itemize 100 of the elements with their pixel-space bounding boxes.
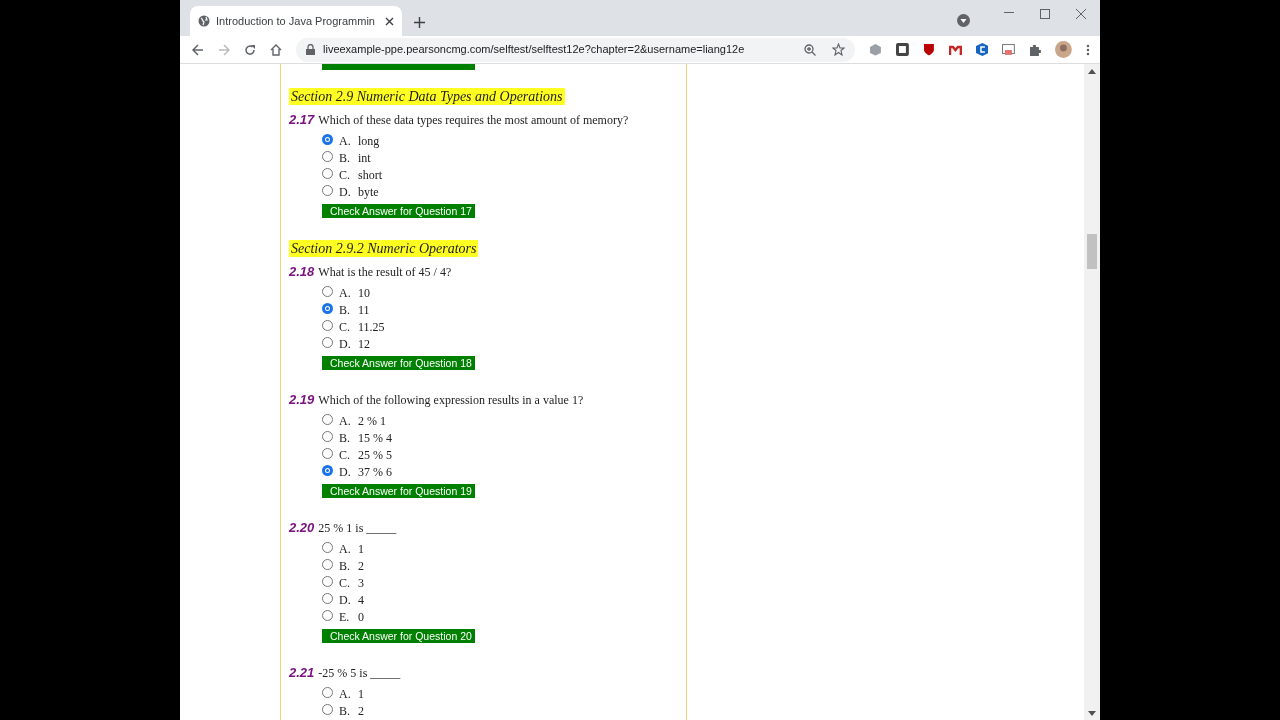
option-text: 2 <box>358 558 364 575</box>
reload-button[interactable] <box>244 43 256 56</box>
avatar-icon[interactable] <box>1055 41 1073 58</box>
close-window-button[interactable] <box>1076 9 1086 19</box>
question-number: 2.18 <box>289 264 315 280</box>
radio-button[interactable] <box>322 286 333 297</box>
option-letter: C. <box>339 319 351 336</box>
option-text: 12 <box>358 336 370 353</box>
option-text: 1 <box>358 541 364 558</box>
radio-button[interactable] <box>322 559 333 570</box>
new-tab-button[interactable] <box>414 17 425 28</box>
option-text: 15 % 4 <box>358 430 392 447</box>
check-answer-button[interactable]: Check Answer for Question 20 <box>322 629 475 643</box>
radio-button[interactable] <box>322 185 333 196</box>
section-heading: Section 2.9 Numeric Data Types and Operations <box>289 88 565 105</box>
option-text: 4 <box>358 592 364 609</box>
question-text: -25 % 5 is _____ <box>318 665 401 681</box>
radio-button[interactable] <box>322 134 333 145</box>
check-answer-button[interactable]: Check Answer for Question 18 <box>322 356 475 370</box>
option-text: int <box>358 150 371 167</box>
option-text: 11 <box>358 302 370 319</box>
tab-title: Introduction to Java Programmin <box>216 13 376 29</box>
option-letter: E. <box>339 609 351 626</box>
option-text: 2 <box>358 703 364 720</box>
radio-button[interactable] <box>322 303 333 314</box>
maximize-button[interactable] <box>1040 9 1050 19</box>
radio-button[interactable] <box>322 576 333 587</box>
option-text: 1 <box>358 686 364 703</box>
extension-icon[interactable] <box>975 43 989 56</box>
close-tab-button[interactable] <box>385 16 394 26</box>
scroll-down-icon[interactable] <box>1088 711 1096 716</box>
radio-button[interactable] <box>322 337 333 348</box>
option-letter: C. <box>339 447 351 464</box>
radio-button[interactable] <box>322 448 333 459</box>
globe-icon <box>198 15 210 27</box>
option-letter: A. <box>339 413 352 430</box>
option-letter: D. <box>339 592 352 609</box>
option-letter: B. <box>339 703 351 720</box>
option-text: short <box>358 167 382 184</box>
option-letter: A. <box>339 686 352 703</box>
option-text: 10 <box>358 285 370 302</box>
question-number: 2.20 <box>289 520 315 536</box>
radio-button[interactable] <box>322 687 333 698</box>
scrollbar-thumb[interactable] <box>1087 234 1097 269</box>
menu-icon[interactable] <box>1086 43 1090 56</box>
shield-icon[interactable] <box>922 43 935 56</box>
radio-button[interactable] <box>322 151 333 162</box>
dropdown-icon[interactable] <box>957 14 970 27</box>
option-letter: B. <box>339 302 351 319</box>
option-letter: A. <box>339 541 352 558</box>
extension-icon[interactable] <box>896 43 909 56</box>
option-letter: A. <box>339 133 352 150</box>
url-text: liveexample-ppe.pearsoncmg.com/selftest/selftest12e?chapter=2&username=liang12e <box>323 42 746 58</box>
question-text: 25 % 1 is _____ <box>318 520 397 536</box>
question-number: 2.17 <box>289 112 315 128</box>
option-letter: C. <box>339 575 351 592</box>
option-letter: C. <box>339 167 351 184</box>
scroll-up-icon[interactable] <box>1088 69 1096 74</box>
option-text: 11.25 <box>358 319 385 336</box>
option-letter: D. <box>339 184 352 201</box>
check-answer-button[interactable]: Check Answer for Question 19 <box>322 484 475 498</box>
m-icon[interactable] <box>948 44 962 55</box>
option-text: 25 % 5 <box>358 447 392 464</box>
option-text: 0 <box>358 609 364 626</box>
option-letter: A. <box>339 285 352 302</box>
option-letter: D. <box>339 336 352 353</box>
check-answer-button[interactable]: Check Answer for Question 17 <box>322 204 475 218</box>
radio-button[interactable] <box>322 465 333 476</box>
option-text: 3 <box>358 575 364 592</box>
question-text: Which of these data types requires the most amount of memory? <box>318 112 629 128</box>
question-text: What is the result of 45 / 4? <box>318 264 452 280</box>
question-number: 2.19 <box>289 392 315 408</box>
star-icon[interactable] <box>832 43 846 56</box>
option-text: long <box>358 133 380 150</box>
section-heading: Section 2.9.2 Numeric Operators <box>289 240 479 257</box>
option-letter: D. <box>339 464 352 481</box>
radio-button[interactable] <box>322 704 333 715</box>
option-letter: B. <box>339 558 351 575</box>
window-icon[interactable] <box>1002 43 1016 56</box>
back-button[interactable] <box>192 43 204 56</box>
minimize-button[interactable] <box>1004 12 1014 14</box>
puzzle-icon[interactable] <box>1029 43 1042 56</box>
home-button[interactable] <box>270 43 282 56</box>
option-text: 37 % 6 <box>358 464 392 481</box>
cube-icon[interactable] <box>869 43 883 56</box>
zoom-icon[interactable] <box>804 43 817 56</box>
question-number: 2.21 <box>289 665 315 681</box>
radio-button[interactable] <box>322 168 333 179</box>
radio-button[interactable] <box>322 431 333 442</box>
radio-button[interactable] <box>322 542 333 553</box>
radio-button[interactable] <box>322 610 333 621</box>
scrollbar[interactable] <box>1084 64 1100 720</box>
option-letter: B. <box>339 430 351 447</box>
radio-button[interactable] <box>322 320 333 331</box>
radio-button[interactable] <box>322 593 333 604</box>
address-bar[interactable]: liveexample-ppe.pearsoncmg.com/selftest/selftest12e?chapter=2&username=liang12e <box>296 37 856 62</box>
option-text: 2 % 1 <box>358 413 386 430</box>
option-text: byte <box>358 184 379 201</box>
radio-button[interactable] <box>322 414 333 425</box>
browser-tab[interactable]: Introduction to Java Programmin <box>190 6 402 36</box>
